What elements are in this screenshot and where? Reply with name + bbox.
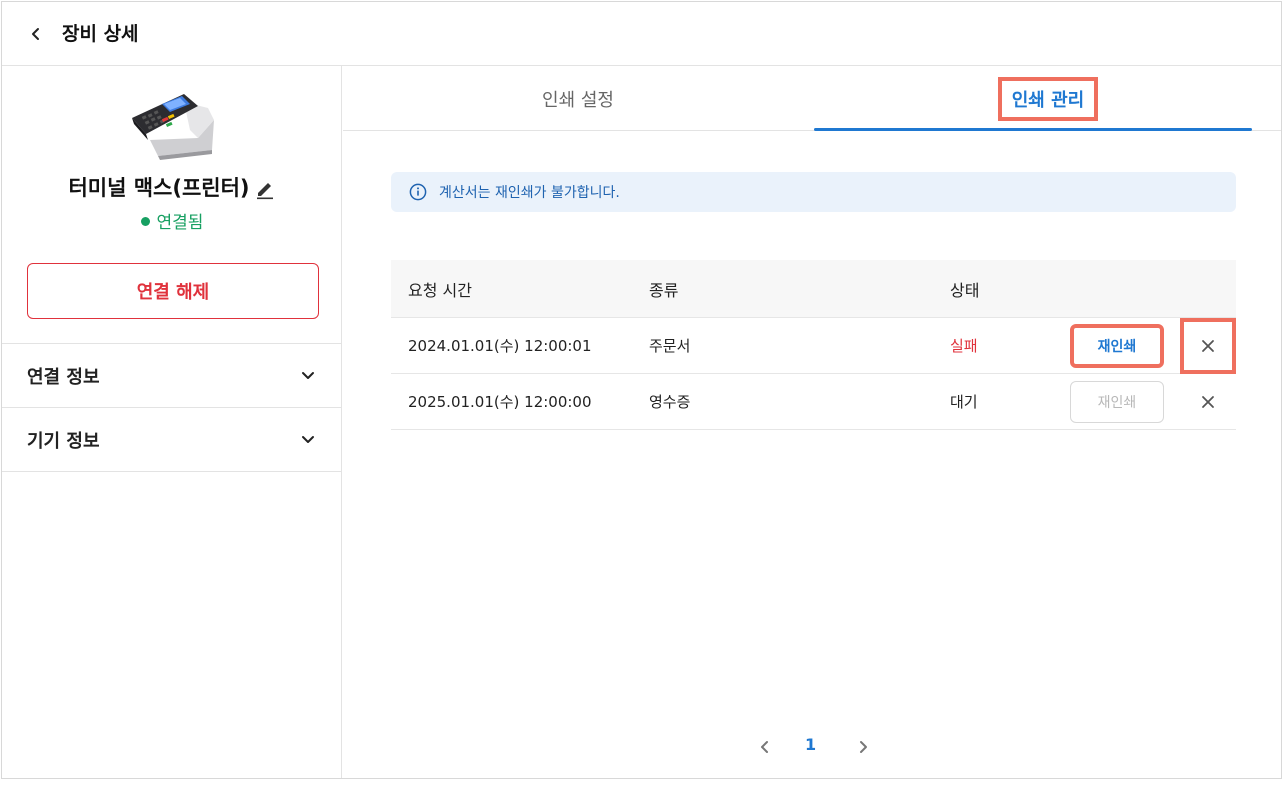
info-notice: 계산서는 재인쇄가 불가합니다. xyxy=(391,172,1236,212)
tab-bar: 인쇄 설정 인쇄 관리 xyxy=(343,66,1281,131)
print-jobs-table: 요청 시간 종류 상태 2024.01.01(수) 12:00:01 주문서 실… xyxy=(391,260,1236,430)
table-header: 요청 시간 종류 상태 xyxy=(391,260,1236,318)
request-time: 2024.01.01(수) 12:00:01 xyxy=(408,337,592,355)
chevron-right-icon[interactable] xyxy=(853,737,873,757)
reprint-button[interactable]: 재인쇄 xyxy=(1070,381,1164,423)
status-dot-icon xyxy=(140,216,150,226)
printer-terminal-image xyxy=(132,94,214,160)
table-row: 2024.01.01(수) 12:00:01 주문서 실패 재인쇄 xyxy=(391,318,1236,374)
job-state: 실패 xyxy=(950,337,978,355)
status-text: 연결됨 xyxy=(156,213,204,233)
reprint-button[interactable]: 재인쇄 xyxy=(1070,324,1164,368)
header-type: 종류 xyxy=(649,280,679,300)
page-title: 장비 상세 xyxy=(62,23,139,45)
back-button[interactable] xyxy=(24,22,48,46)
app-window: 장비 상세 터미널 맥스(프린터) 연결됨 연결 해제 연결 정보 기기 정보 … xyxy=(1,1,1282,779)
divider xyxy=(2,471,342,472)
pencil-icon[interactable] xyxy=(254,178,276,200)
info-text: 계산서는 재인쇄가 불가합니다. xyxy=(439,185,620,201)
chevron-down-icon xyxy=(302,436,314,443)
device-sidebar: 터미널 맥스(프린터) 연결됨 연결 해제 연결 정보 기기 정보 xyxy=(2,66,342,778)
tab-print-management[interactable]: 인쇄 관리 xyxy=(813,66,1283,131)
accordion-label: 기기 정보 xyxy=(27,430,100,452)
request-time: 2025.01.01(수) 12:00:00 xyxy=(408,393,592,411)
connection-status: 연결됨 xyxy=(2,211,342,235)
pagination: 1 xyxy=(743,732,903,762)
accordion-connection-info[interactable]: 연결 정보 xyxy=(2,343,342,407)
disconnect-button[interactable]: 연결 해제 xyxy=(27,263,319,319)
close-icon xyxy=(1202,396,1214,408)
header-request-time: 요청 시간 xyxy=(408,280,472,300)
accordion-label: 연결 정보 xyxy=(27,366,100,388)
table-row: 2025.01.01(수) 12:00:00 영수증 대기 재인쇄 xyxy=(391,374,1236,430)
device-name-row: 터미널 맥스(프린터) xyxy=(2,174,342,202)
chevron-down-icon xyxy=(302,372,314,379)
chevron-left-icon[interactable] xyxy=(755,737,775,757)
job-state: 대기 xyxy=(950,393,978,411)
delete-job-button[interactable] xyxy=(1180,374,1236,430)
accordion-device-info[interactable]: 기기 정보 xyxy=(2,407,342,471)
tab-label: 인쇄 설정 xyxy=(542,89,614,111)
job-type: 주문서 xyxy=(649,337,691,355)
page-number[interactable]: 1 xyxy=(805,735,816,754)
delete-job-button[interactable] xyxy=(1180,318,1236,374)
header-bar: 장비 상세 xyxy=(2,2,1281,66)
device-name: 터미널 맥스(프린터) xyxy=(68,176,250,200)
active-tab-indicator xyxy=(814,128,1252,131)
tab-print-settings[interactable]: 인쇄 설정 xyxy=(343,66,813,131)
close-icon xyxy=(1202,340,1214,352)
main-content: 인쇄 설정 인쇄 관리 계산서는 재인쇄가 불가합니다. 요청 시간 종류 상태 xyxy=(343,66,1281,778)
header-state: 상태 xyxy=(950,280,980,300)
job-type: 영수증 xyxy=(649,393,691,411)
tab-label: 인쇄 관리 xyxy=(997,76,1099,121)
chevron-left-icon xyxy=(32,28,39,40)
info-circle-icon xyxy=(409,183,427,201)
